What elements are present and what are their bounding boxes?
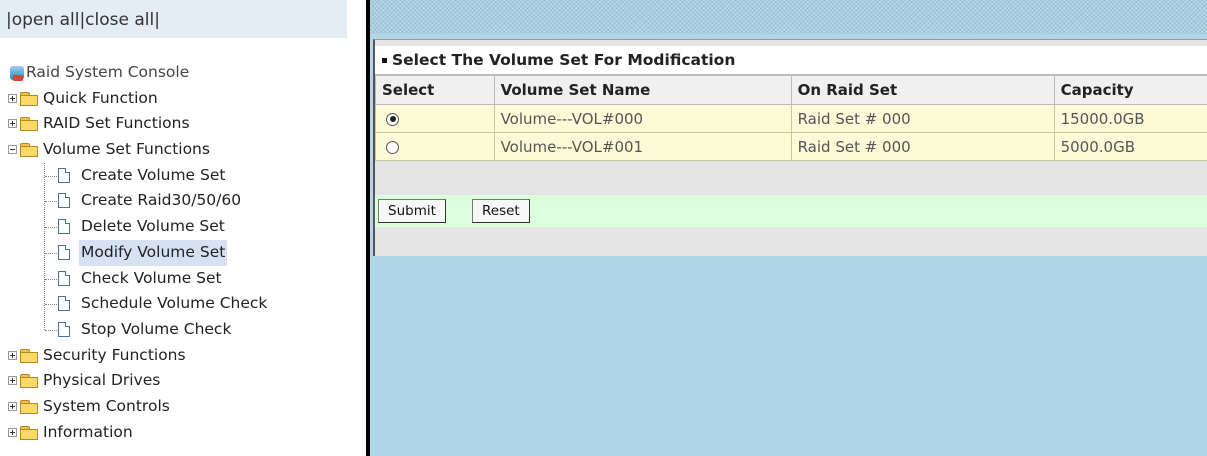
document-icon bbox=[58, 270, 70, 286]
tree-item-volume-set-functions[interactable]: Volume Set Functions bbox=[8, 137, 269, 163]
tree-controls: |open all|close all| bbox=[6, 10, 160, 30]
table-header-row: Select Volume Set Name On Raid Set Capac… bbox=[375, 75, 1207, 105]
volume-name-cell: Volume---VOL#000 bbox=[493, 104, 792, 133]
expand-icon[interactable] bbox=[8, 350, 17, 360]
collapse-icon[interactable] bbox=[8, 145, 17, 155]
folder-icon bbox=[20, 374, 38, 389]
expand-icon[interactable] bbox=[8, 93, 17, 103]
expand-icon[interactable] bbox=[8, 119, 17, 129]
bullet-icon bbox=[382, 58, 387, 63]
document-icon bbox=[58, 193, 70, 209]
navigation-frame: |open all|close all| Raid System Console… bbox=[0, 0, 366, 456]
select-cell bbox=[375, 104, 495, 133]
document-icon bbox=[58, 244, 70, 260]
expand-icon[interactable] bbox=[8, 427, 17, 437]
panel-title: Select The Volume Set For Modification bbox=[375, 46, 1207, 75]
document-icon bbox=[58, 167, 70, 183]
folder-icon bbox=[20, 348, 38, 363]
column-header-capacity: Capacity bbox=[1053, 75, 1207, 105]
column-header-on-raid-set: On Raid Set bbox=[790, 75, 1055, 105]
tree-item-quick-function[interactable]: Quick Function bbox=[8, 86, 269, 112]
folder-open-icon bbox=[20, 143, 38, 158]
tree-item-modify-volume-set[interactable]: Modify Volume Set bbox=[8, 239, 269, 266]
table-row: Volume---VOL#001 Raid Set # 000 5000.0GB bbox=[375, 132, 1207, 161]
selected-tree-label: Modify Volume Set bbox=[79, 239, 228, 266]
tree-item-raid-set-functions[interactable]: RAID Set Functions bbox=[8, 111, 269, 137]
tree-item-physical-drives[interactable]: Physical Drives bbox=[8, 368, 269, 394]
tree-item-create-volume-set[interactable]: Create Volume Set bbox=[8, 163, 269, 189]
folder-icon bbox=[20, 425, 38, 440]
tree-item-system-controls[interactable]: System Controls bbox=[8, 394, 269, 420]
capacity-cell: 5000.0GB bbox=[1053, 132, 1207, 161]
tree-controls-bar: |open all|close all| bbox=[0, 0, 347, 38]
navigation-tree: Raid System Console Quick Function RAID … bbox=[8, 60, 269, 445]
volume-name-cell: Volume---VOL#001 bbox=[493, 132, 792, 161]
tree-root-label: Raid System Console bbox=[26, 63, 190, 81]
volume-set-table: Select Volume Set Name On Raid Set Capac… bbox=[375, 75, 1207, 161]
expand-icon[interactable] bbox=[8, 401, 17, 411]
volume-set-children: Create Volume Set Create Raid30/50/60 De… bbox=[8, 162, 269, 343]
tree-item-stop-volume-check[interactable]: Stop Volume Check bbox=[8, 317, 269, 343]
tree-item-create-raid30-50-60[interactable]: Create Raid30/50/60 bbox=[8, 188, 269, 214]
close-all-link[interactable]: close all bbox=[85, 10, 154, 30]
select-cell bbox=[375, 132, 495, 161]
expand-icon[interactable] bbox=[8, 376, 17, 386]
tree-item-delete-volume-set[interactable]: Delete Volume Set bbox=[8, 214, 269, 240]
column-header-volume-set-name: Volume Set Name bbox=[493, 75, 792, 105]
volume-select-panel: Select The Volume Set For Modification S… bbox=[373, 39, 1207, 256]
document-icon bbox=[58, 296, 70, 312]
tree-item-security-functions[interactable]: Security Functions bbox=[8, 343, 269, 369]
volume-radio-0[interactable] bbox=[386, 112, 399, 126]
document-icon bbox=[58, 321, 70, 337]
folder-icon bbox=[20, 91, 38, 106]
reset-button[interactable]: Reset bbox=[472, 199, 530, 223]
column-header-select: Select bbox=[375, 75, 495, 105]
tree-item-check-volume-set[interactable]: Check Volume Set bbox=[8, 266, 269, 292]
tree-root[interactable]: Raid System Console bbox=[8, 60, 269, 86]
content-frame: Select The Volume Set For Modification S… bbox=[370, 0, 1207, 456]
open-all-link[interactable]: open all bbox=[12, 10, 80, 30]
capacity-cell: 15000.0GB bbox=[1053, 104, 1207, 133]
raid-set-cell: Raid Set # 000 bbox=[790, 104, 1055, 133]
raid-set-cell: Raid Set # 000 bbox=[790, 132, 1055, 161]
folder-icon bbox=[20, 117, 38, 132]
header-pattern bbox=[370, 0, 1207, 34]
console-icon bbox=[10, 66, 24, 81]
tree-item-information[interactable]: Information bbox=[8, 420, 269, 446]
table-row: Volume---VOL#000 Raid Set # 000 15000.0G… bbox=[375, 104, 1207, 133]
button-bar: Submit Reset bbox=[375, 195, 1207, 227]
tree-item-schedule-volume-check[interactable]: Schedule Volume Check bbox=[8, 291, 269, 317]
volume-radio-1[interactable] bbox=[386, 140, 399, 154]
document-icon bbox=[58, 219, 70, 235]
folder-icon bbox=[20, 399, 38, 414]
submit-button[interactable]: Submit bbox=[378, 199, 446, 223]
